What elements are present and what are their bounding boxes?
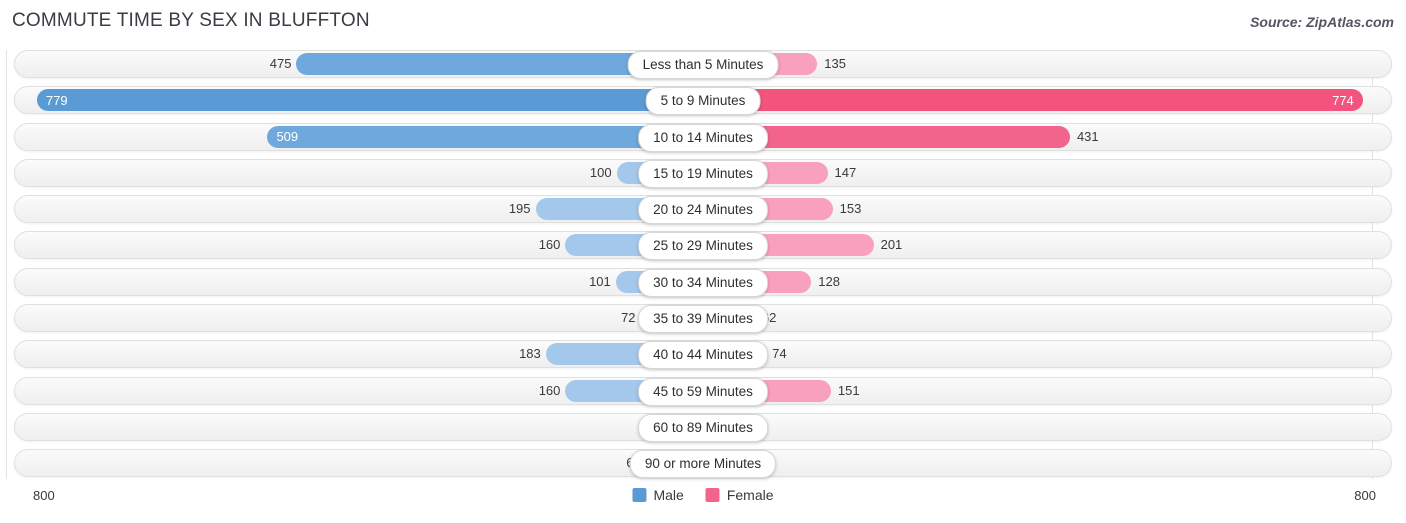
page-title: COMMUTE TIME BY SEX IN BLUFFTON [12, 10, 370, 31]
bar-value-male: 183 [519, 346, 541, 362]
bar-value-female: 128 [818, 273, 840, 289]
bar-value-male: 101 [589, 273, 611, 289]
table-row[interactable]: 475 135 Less than 5 Minutes [14, 50, 1392, 79]
bar-value-female: 153 [839, 201, 862, 217]
category-label-pill[interactable]: 40 to 44 Minutes [638, 341, 768, 370]
legend-item-male[interactable]: Male [632, 487, 684, 503]
category-label-pill[interactable]: 5 to 9 Minutes [645, 87, 761, 116]
table-row[interactable]: 779 774 5 to 9 Minutes [14, 86, 1392, 116]
category-label-pill[interactable]: 60 to 89 Minutes [638, 413, 768, 442]
bar-value-male: 475 [269, 56, 292, 71]
legend-swatch-icon [705, 488, 720, 502]
bar-female[interactable]: 774 [702, 89, 1363, 112]
category-label-pill[interactable]: 35 to 39 Minutes [638, 305, 768, 334]
source-attribution: Source: ZipAtlas.com [1250, 14, 1394, 30]
bar-value-male: 100 [589, 164, 612, 180]
bar-value-female: 74 [772, 346, 787, 362]
table-row[interactable]: 101 128 30 to 34 Minutes [14, 267, 1392, 297]
category-label-pill[interactable]: 90 or more Minutes [629, 450, 777, 479]
table-row[interactable]: 501960 to 89 Minutes [14, 412, 1392, 442]
category-label-pill[interactable]: 20 to 24 Minutes [638, 196, 768, 225]
axis-label-left: 800 [33, 488, 55, 503]
category-label-pill[interactable]: 10 to 14 Minutes [638, 123, 768, 152]
table-row[interactable]: 661690 or more Minutes [14, 449, 1392, 479]
bar-value-male: 72 [621, 310, 636, 326]
bar-value-female: 201 [880, 237, 903, 253]
chart-legend: Male Female [632, 487, 774, 503]
commute-time-chart: COMMUTE TIME BY SEX IN BLUFFTON Source: … [0, 0, 1406, 523]
bar-value-male: 195 [508, 201, 531, 217]
table-row[interactable]: 160 151 45 to 59 Minutes [14, 376, 1392, 406]
axis-label-right: 800 [1354, 488, 1376, 503]
category-label-pill[interactable]: 45 to 59 Minutes [638, 377, 768, 406]
legend-label: Female [726, 487, 774, 503]
table-row[interactable]: 183 74 40 to 44 Minutes [14, 340, 1392, 370]
bar-male[interactable]: 509 [267, 125, 702, 148]
bar-value-female: 147 [834, 164, 857, 180]
bar-male[interactable]: 779 [36, 89, 702, 112]
bar-value-female: 151 [837, 382, 860, 398]
bar-value-male: 160 [538, 382, 561, 398]
table-row[interactable]: 160 201 25 to 29 Minutes [14, 231, 1392, 261]
bar-value-female: 774 [1332, 92, 1354, 108]
table-row[interactable]: 195 153 20 to 24 Minutes [14, 195, 1392, 225]
table-row[interactable]: 72 62 35 to 39 Minutes [14, 304, 1392, 334]
category-label-pill[interactable]: 15 to 19 Minutes [638, 159, 768, 188]
category-label-pill[interactable]: 30 to 34 Minutes [638, 268, 768, 297]
legend-item-female[interactable]: Female [705, 487, 774, 503]
legend-label: Male [653, 487, 684, 503]
category-label-pill[interactable]: Less than 5 Minutes [627, 51, 779, 79]
table-row[interactable]: 100 147 15 to 19 Minutes [14, 158, 1392, 188]
category-label-pill[interactable]: 25 to 29 Minutes [638, 232, 768, 261]
bar-value-female: 431 [1076, 128, 1099, 144]
bar-value-male: 779 [45, 92, 68, 108]
table-row[interactable]: 431 509 10 to 14 Minutes [14, 122, 1392, 152]
bar-row-list: 475 135 Less than 5 Minutes 779 774 5 to 9 Mi… [0, 50, 1406, 486]
bar-value-male: 160 [538, 237, 561, 253]
plot-area: 475 135 Less than 5 Minutes 779 774 5 to 9 Mi… [0, 50, 1406, 485]
bar-value-female: 135 [824, 56, 846, 71]
legend-swatch-icon [632, 488, 647, 502]
bar-value-male: 509 [276, 129, 299, 145]
